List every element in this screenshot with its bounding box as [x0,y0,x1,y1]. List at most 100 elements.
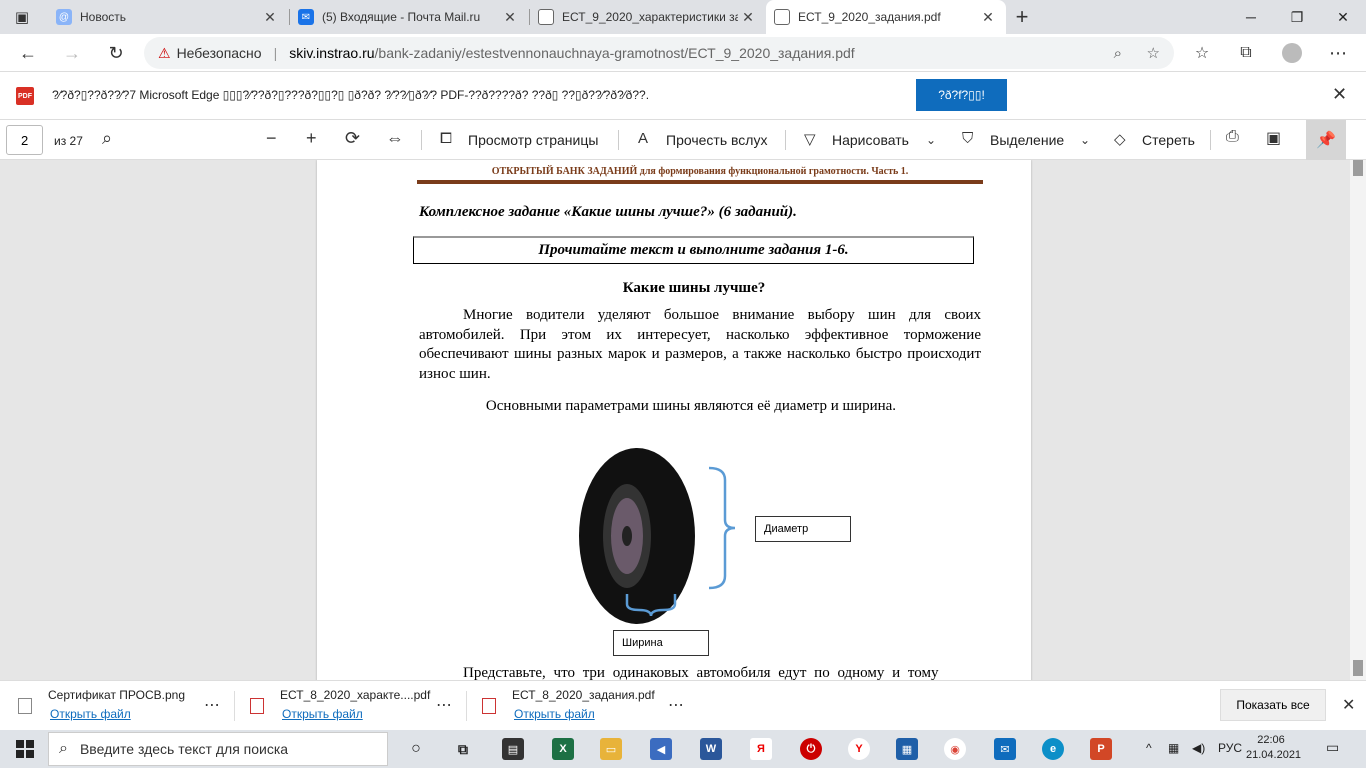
windows-start-icon[interactable] [16,740,34,758]
tab-tasks-pdf[interactable]: ЕСТ_9_2020_задания.pdf ✕ [766,0,1006,34]
mail-icon[interactable]: ✉ [994,738,1016,760]
fit-page-icon[interactable]: ⇔ [386,128,404,149]
close-tab-icon[interactable]: ✕ [500,9,520,26]
complex-task-title: Комплексное задание «Какие шины лучше?» … [419,204,797,220]
more-icon[interactable]: ⋯ [668,695,684,715]
toolbar-separator [1210,130,1211,150]
page-view-icon[interactable]: ⧠ [440,130,452,147]
taskbar-search-field[interactable]: ⌕ Введите здесь текст для поиска [48,732,388,766]
forward-icon[interactable]: → [58,39,86,67]
download-filename: Сертификат ПРОСВ.png [48,688,186,702]
more-icon[interactable]: ⋯ [1324,39,1352,67]
globe-icon: @ [56,9,72,25]
app-icon[interactable]: ▦ [896,738,918,760]
tab-actions-icon[interactable]: ▣ [8,3,36,31]
notifications-icon[interactable]: ▭ [1326,739,1339,756]
clock[interactable]: 22:06 21.04.2021 [1246,733,1301,763]
download-item[interactable]: ЕСТ_8_2020_задания.pdf Открыть файл ⋯ [482,681,692,731]
collections-icon[interactable]: ⧉ [1232,39,1260,67]
language-indicator[interactable]: РУС [1218,741,1242,755]
width-label: Ширина [613,630,709,656]
volume-icon[interactable]: ◀) [1192,741,1205,755]
word-icon[interactable]: W [700,738,722,760]
infobar-action-button[interactable]: ?ð?f?▯▯! [916,79,1007,111]
close-icon[interactable]: ✕ [1342,695,1355,715]
restore-button[interactable]: ❐ [1274,0,1320,34]
refresh-icon[interactable]: ↻ [102,39,130,67]
search-placeholder: Введите здесь текст для поиска [79,741,289,757]
close-tab-icon[interactable]: ✕ [260,9,280,26]
minimize-button[interactable]: ─ [1228,0,1274,34]
toolbar-separator [618,130,619,150]
erase-button[interactable]: Стереть [1142,132,1195,148]
close-icon[interactable]: ✕ [1332,84,1347,105]
file-explorer-icon[interactable]: ▭ [600,738,622,760]
instruction-box: Прочитайте текст и выполните задания 1-6… [413,236,974,264]
download-filename: ЕСТ_8_2020_характе....pdf [280,688,431,702]
page-number-input[interactable]: 2 [6,125,43,155]
zoom-in-icon[interactable]: + [306,128,317,149]
highlight-button[interactable]: Выделение [990,132,1064,148]
download-item[interactable]: ЕСТ_8_2020_характе....pdf Открыть файл ⋯ [250,681,460,731]
draw-icon[interactable]: ▽ [804,130,816,148]
back-icon[interactable]: ← [14,39,42,67]
scroll-up-arrow[interactable] [1353,160,1363,176]
tray-chevron-icon[interactable]: ^ [1146,741,1152,755]
sound-app-icon[interactable]: ◀ [650,738,672,760]
power-app-icon[interactable]: ⏻ [800,738,822,760]
paragraph-continuation: Представьте, что три одинаковых автомоби… [463,665,939,680]
draw-button[interactable]: Нарисовать [832,132,909,148]
pdf-toolbar: 2 из 27 ⌕ − + ⟳ ⇔ ⧠ Просмотр страницы A … [0,120,1366,160]
cortana-icon[interactable]: ○ [405,738,427,760]
favorites-icon[interactable]: ☆ [1188,39,1216,67]
tab-characteristics[interactable]: ЕСТ_9_2020_характеристики зад ✕ [530,0,766,34]
pdf-file-icon [482,698,496,714]
tab-mail[interactable]: ✉ (5) Входящие - Почта Mail.ru ✕ [290,0,528,34]
chrome-icon[interactable]: ◉ [944,738,966,760]
task-view-icon[interactable]: ⧉ [452,738,474,760]
open-file-link[interactable]: Открыть файл [282,707,363,721]
zoom-icon[interactable]: ⌕ [1114,45,1122,62]
print-icon[interactable]: ⎙ [1226,128,1239,146]
pdf-viewer[interactable]: ОТКРЫТЫЙ БАНК ЗАДАНИЙ для формирования ф… [0,160,1366,680]
close-tab-icon[interactable]: ✕ [978,9,998,26]
scroll-down-arrow[interactable] [1353,660,1363,676]
yandex-browser-icon[interactable]: Я [750,738,772,760]
eraser-icon[interactable]: ◇ [1114,130,1126,148]
edge-icon[interactable]: e [1042,738,1064,760]
rotate-icon[interactable]: ⟳ [345,128,360,149]
yandex-icon[interactable]: Y [848,738,870,760]
highlight-icon[interactable]: ⛉ [962,130,973,147]
search-icon[interactable]: ⌕ [102,128,112,149]
close-tab-icon[interactable]: ✕ [738,9,758,26]
chevron-down-icon[interactable]: ⌄ [926,133,936,147]
chevron-down-icon[interactable]: ⌄ [1080,133,1090,147]
profile-icon[interactable] [1278,39,1306,67]
read-aloud-button[interactable]: Прочесть вслух [666,132,767,148]
close-window-button[interactable]: ✕ [1320,0,1366,34]
pin-toolbar-icon[interactable]: 📌 [1306,120,1346,160]
article-heading: Какие шины лучше? [622,280,766,296]
more-icon[interactable]: ⋯ [204,695,220,715]
page-total: из 27 [54,134,83,148]
vertical-scrollbar[interactable] [1350,160,1366,680]
zoom-out-icon[interactable]: − [266,128,277,149]
page-view-button[interactable]: Просмотр страницы [468,132,598,148]
store-icon[interactable]: ▤ [502,738,524,760]
open-file-link[interactable]: Открыть файл [514,707,595,721]
tab-news[interactable]: @ Новость ✕ [48,0,288,34]
url-field[interactable]: ⚠ Небезопасно | skiv.instrao.ru/bank-zad… [144,37,1174,69]
presentation-app-icon[interactable]: P [1090,738,1112,760]
network-icon[interactable]: ▦ [1168,741,1179,755]
more-icon[interactable]: ⋯ [436,695,452,715]
favorite-add-icon[interactable]: ☆ [1147,44,1160,62]
url-path: /bank-zadaniy/estestvennonauchnaya-gramo… [374,45,855,61]
save-icon[interactable]: ▣ [1266,128,1281,148]
excel-icon[interactable]: X [552,738,574,760]
download-item[interactable]: Сертификат ПРОСВ.png Открыть файл ⋯ [18,681,228,731]
open-file-link[interactable]: Открыть файл [50,707,131,721]
show-all-downloads-button[interactable]: Показать все [1220,689,1326,721]
read-aloud-icon[interactable]: A [638,130,648,147]
new-tab-button[interactable]: + [1008,3,1036,31]
address-bar: ← → ↻ ⚠ Небезопасно | skiv.instrao.ru/ba… [0,34,1366,72]
